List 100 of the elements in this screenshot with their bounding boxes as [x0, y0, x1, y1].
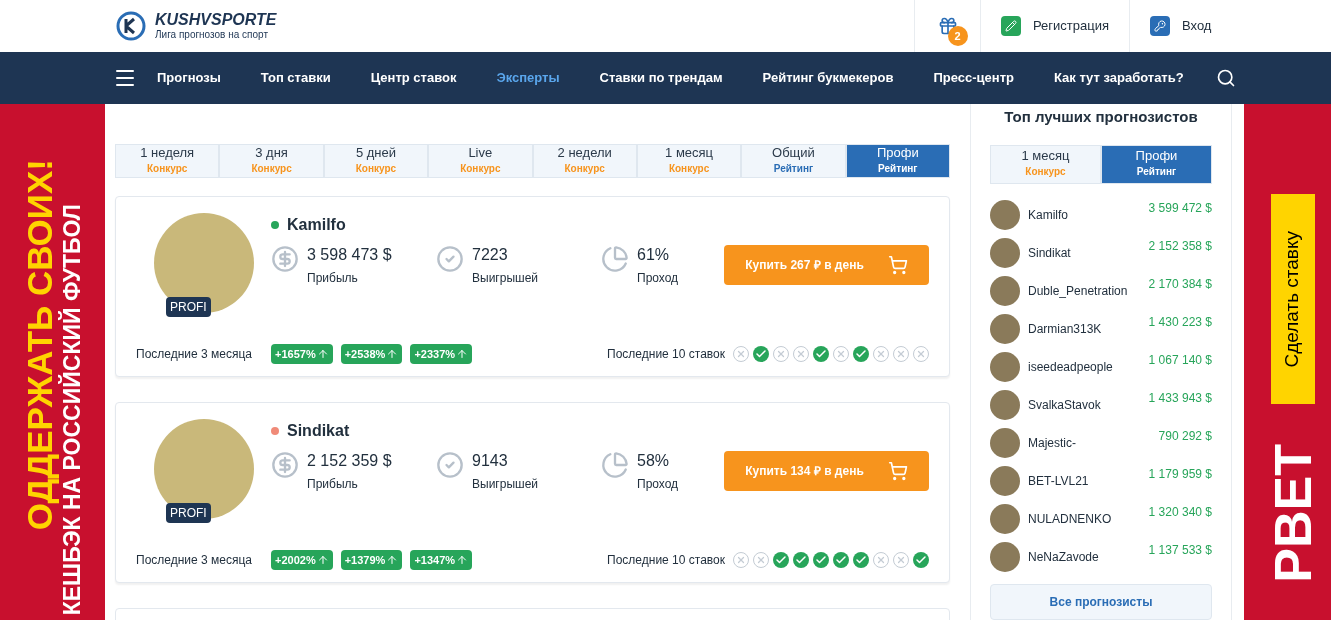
- bets-label: Последние 10 ставок: [607, 346, 725, 363]
- nav-link[interactable]: Как тут заработать?: [1053, 68, 1184, 88]
- avatar-placeholder: [990, 313, 1020, 344]
- banner-subline: КЕШБЭК НА РОССИЙСКИЙ ФУТБОЛ: [60, 204, 84, 616]
- tab-sublabel: Конкурс: [147, 162, 188, 176]
- forecaster-name[interactable]: iseedeadpeople: [1028, 357, 1113, 376]
- forecaster-name[interactable]: Kamilfo: [1028, 205, 1068, 224]
- nav-link[interactable]: Прогнозы: [157, 68, 221, 88]
- forecaster-amount: 790 292 $: [1158, 427, 1212, 445]
- forecaster-amount: 1 320 340 $: [1148, 503, 1212, 521]
- nav-link[interactable]: Пресс-центр: [933, 68, 1014, 88]
- avatar-placeholder: [990, 389, 1020, 420]
- tab-sublabel: Конкурс: [355, 162, 397, 176]
- expert-name[interactable]: Sindikat: [287, 419, 350, 443]
- period-tab[interactable]: 2 недели Конкурс: [532, 144, 637, 178]
- up-arrow-icon: [316, 348, 329, 360]
- bets-label: Последние 10 ставок: [607, 552, 725, 569]
- expert-name[interactable]: Kamilfo: [287, 213, 346, 237]
- check-circle-icon: [436, 245, 464, 273]
- forecaster-amount: 3 599 472 $: [1148, 199, 1212, 217]
- growth-tag: +2538%: [340, 344, 403, 364]
- tab-sublabel: Конкурс: [251, 162, 292, 176]
- period-tab[interactable]: 1 неделя Конкурс: [115, 144, 220, 178]
- dollar-icon: [271, 451, 299, 479]
- banner-headline: ОДДЕРЖАТЬ СВОИХ!: [21, 159, 57, 531]
- growth-tag: +1347%: [410, 550, 473, 570]
- avatar-placeholder: [990, 275, 1020, 306]
- avatar-placeholder: [990, 427, 1020, 458]
- forecaster-name[interactable]: Duble_Penetration: [1028, 281, 1128, 300]
- key-icon: [1154, 20, 1166, 32]
- growth-tag: +2002%: [271, 550, 333, 570]
- growth-tag: +1657%: [271, 344, 333, 364]
- nav-link[interactable]: Центр ставок: [370, 68, 457, 88]
- forecaster-amount: 1 137 533 $: [1148, 541, 1212, 559]
- logo-icon: [115, 10, 147, 42]
- search-icon[interactable]: [1216, 68, 1236, 88]
- left-banner[interactable]: ОДДЕРЖАТЬ СВОИХ! КЕШБЭК НА РОССИЙСКИЙ ФУТБОЛ: [0, 104, 105, 620]
- login-button[interactable]: Вход: [1150, 16, 1212, 36]
- nav-link[interactable]: Топ ставки: [260, 68, 331, 88]
- register-button[interactable]: Регистрация: [1001, 16, 1109, 36]
- avatar-placeholder: [990, 541, 1020, 572]
- stat-value: 61%: [637, 245, 671, 265]
- avatar-placeholder: [990, 503, 1020, 534]
- profi-badge: PROFI: [166, 297, 211, 317]
- nav-link[interactable]: Эксперты: [496, 68, 560, 88]
- avatar-placeholder: [990, 237, 1020, 268]
- logo-tagline: Лига прогнозов на спорт: [155, 30, 269, 40]
- up-arrow-icon: [386, 348, 399, 360]
- period-tab[interactable]: 3 дня Конкурс: [219, 144, 324, 178]
- tab-sublabel: Рейтинг: [1136, 165, 1177, 180]
- forecaster-amount: 1 430 223 $: [1148, 313, 1212, 331]
- logo-name[interactable]: KUSHVSPORTE: [155, 12, 277, 28]
- stat-label: Проход: [637, 476, 679, 493]
- stat-value: 9143: [472, 451, 509, 471]
- stat-label: Прибыль: [307, 270, 359, 287]
- forecaster-amount: 2 170 384 $: [1148, 275, 1212, 293]
- all-forecasters-button[interactable]: Все прогнозисты: [990, 583, 1212, 620]
- forecaster-name[interactable]: NeNaZavode: [1028, 547, 1099, 566]
- tab-sublabel: Конкурс: [1025, 165, 1066, 180]
- banner-brand: РВЕТ: [1266, 444, 1319, 583]
- forecaster-name[interactable]: SvalkaStavok: [1028, 395, 1101, 414]
- pencil-icon: [1005, 20, 1017, 32]
- forecaster-name[interactable]: Darmian313K: [1028, 319, 1102, 338]
- period-tab[interactable]: 1 месяц Конкурс: [990, 144, 1101, 184]
- pie-icon: [601, 245, 629, 273]
- check-circle-icon: [436, 451, 464, 479]
- stat-label: Проход: [637, 270, 679, 287]
- period-tab[interactable]: Общий Рейтинг: [741, 144, 846, 178]
- period-tab[interactable]: Live Конкурс: [428, 144, 533, 178]
- tab-sublabel: Конкурс: [564, 162, 605, 176]
- period-tab[interactable]: 1 месяц Конкурс: [636, 144, 742, 178]
- bet-button[interactable]: Сделать ставку: [1270, 194, 1315, 404]
- months-label: Последние 3 месяца: [136, 346, 254, 363]
- notification-badge: 2: [947, 26, 968, 46]
- forecaster-amount: 1 179 959 $: [1148, 465, 1212, 483]
- up-arrow-icon: [456, 554, 469, 566]
- forecaster-name[interactable]: BET-LVL21: [1028, 471, 1089, 490]
- dollar-icon: [271, 245, 299, 273]
- months-label: Последние 3 месяца: [136, 552, 254, 569]
- tab-sublabel: Конкурс: [668, 162, 710, 176]
- up-arrow-icon: [456, 348, 469, 360]
- stat-label: Выигрышей: [472, 270, 538, 287]
- period-tab[interactable]: Профи Рейтинг: [845, 144, 950, 178]
- avatar-placeholder: [990, 199, 1020, 230]
- forecaster-amount: 2 152 358 $: [1148, 237, 1212, 255]
- forecaster-name[interactable]: Sindikat: [1028, 243, 1071, 262]
- period-tab[interactable]: 5 дней Конкурс: [323, 144, 429, 178]
- up-arrow-icon: [316, 554, 329, 566]
- nav-link[interactable]: Ставки по трендам: [599, 68, 723, 88]
- forecaster-name[interactable]: NULADNENKO: [1028, 509, 1112, 528]
- profi-badge: PROFI: [166, 503, 211, 523]
- forecaster-name[interactable]: Majestic-: [1028, 433, 1076, 452]
- right-banner[interactable]: Сделать ставку РВЕТ: [1244, 104, 1331, 620]
- stat-value: 2 152 359 $: [307, 451, 392, 471]
- period-tab[interactable]: Профи Рейтинг: [1101, 144, 1212, 184]
- stat-value: 3 598 473 $: [307, 245, 392, 265]
- stat-value: 58%: [637, 451, 671, 471]
- cart-icon: [887, 255, 908, 275]
- avatar-placeholder: [990, 351, 1020, 382]
- nav-link[interactable]: Рейтинг букмекеров: [762, 68, 894, 88]
